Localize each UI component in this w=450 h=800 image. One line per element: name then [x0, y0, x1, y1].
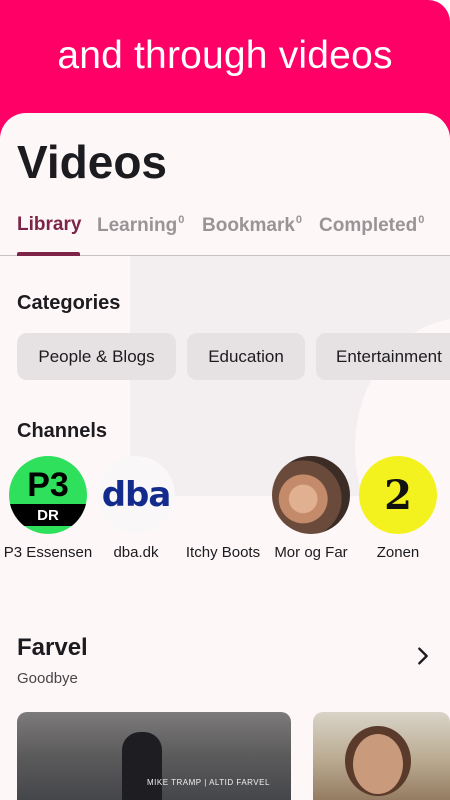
tab-count: 0 — [295, 214, 303, 226]
video-thumbnail[interactable] — [313, 712, 450, 800]
videos-sheet: Videos Library Learning0 Bookmark0 Compl… — [0, 113, 450, 800]
categories-title: Categories — [17, 292, 121, 314]
tab-label: Completed — [319, 215, 418, 236]
logo-text: dba — [101, 475, 172, 515]
playlist-subtitle: Goodbye — [17, 670, 78, 687]
channels-title: Channels — [17, 420, 108, 442]
person-face — [353, 734, 403, 794]
channel-name: Itchy Boots — [185, 544, 261, 561]
tab-library[interactable]: Library — [17, 214, 81, 236]
dba-logo: dba — [97, 456, 175, 534]
channel-name: P3 Essensen — [3, 544, 93, 561]
tab-count: 0 — [178, 214, 185, 226]
channel-name: dba.dk — [113, 544, 159, 561]
tab-learning[interactable]: Learning0 — [97, 214, 184, 237]
mor-og-far-avatar — [272, 456, 350, 534]
category-chip-entertainment[interactable]: Entertainment — [316, 333, 450, 380]
category-chip-education[interactable]: Education — [187, 333, 305, 380]
channel-name: Zonen — [376, 544, 420, 561]
itchy-boots-avatar — [184, 456, 262, 534]
tab-label: Library — [17, 214, 82, 235]
playlist-title: Farvel — [17, 634, 88, 661]
page-title: Videos — [17, 136, 167, 188]
logo-subtext: DR — [9, 504, 87, 526]
tab-completed[interactable]: Completed0 — [319, 214, 424, 237]
video-caption: MIKE TRAMP | ALTID FARVEL — [147, 778, 270, 787]
chevron-right-icon[interactable] — [412, 645, 434, 667]
logo-text: 2 — [384, 471, 412, 519]
zonen-logo: 2 — [359, 456, 437, 534]
channel-mor-og-far[interactable]: Mor og Far — [266, 456, 356, 564]
silhouette-figure — [122, 732, 162, 800]
logo-text: P3 — [27, 466, 69, 504]
tab-bar: Library Learning0 Bookmark0 Completed0 — [0, 209, 450, 256]
channel-zonen[interactable]: 2 Zonen — [353, 456, 443, 564]
tab-label: Learning — [97, 215, 178, 236]
p3-logo: P3 DR — [9, 456, 87, 534]
category-chip-people-blogs[interactable]: People & Blogs — [17, 333, 176, 380]
channel-dba[interactable]: dba dba.dk — [91, 456, 181, 564]
tab-label: Bookmark — [202, 215, 295, 236]
banner-title: and through videos — [57, 34, 393, 77]
channel-name: Mor og Far — [274, 544, 348, 561]
channel-itchy-boots[interactable]: Itchy Boots — [178, 456, 268, 564]
channel-p3-essensen[interactable]: P3 DR P3 Essensen — [3, 456, 93, 564]
tab-active-indicator — [17, 252, 80, 256]
tab-count: 0 — [418, 214, 425, 226]
tab-bookmark[interactable]: Bookmark0 — [202, 214, 302, 237]
video-thumbnail[interactable]: MIKE TRAMP | ALTID FARVEL — [17, 712, 291, 800]
